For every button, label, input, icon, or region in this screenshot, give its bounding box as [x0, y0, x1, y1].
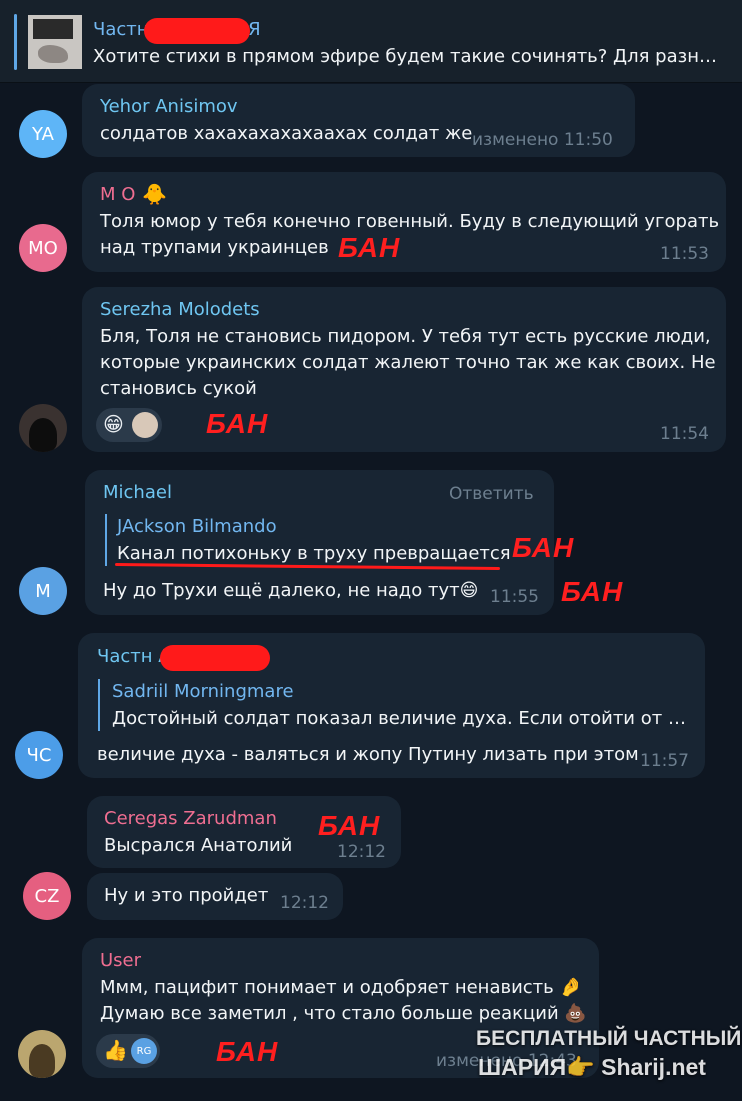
duck-emoji-icon: 🐥 [142, 182, 167, 206]
message-text: Бля, Толя не становись пидором. У тебя т… [100, 326, 716, 399]
underline-mark [114, 562, 501, 571]
avatar-initials: MO [28, 237, 58, 259]
avatar[interactable]: CZ [23, 872, 71, 920]
ban-overlay: БАН [318, 810, 381, 841]
avatar[interactable]: ЧС [15, 731, 63, 779]
message-time: 12:12 [337, 842, 386, 862]
sender-name[interactable]: М О [100, 184, 135, 205]
ban-overlay: БАН [512, 532, 575, 563]
message-time: изменено 11:50 [472, 130, 613, 150]
message-bubble[interactable]: Michael Ответить JAckson Bilmando Канал … [85, 470, 554, 615]
redaction-mark [144, 18, 250, 44]
message-bubble[interactable]: Serezha Molodets Бля, Толя не становись … [82, 287, 726, 452]
message-time: 12:12 [280, 893, 329, 913]
reply-quote-bar [98, 679, 100, 731]
watermark-line2: ШАРИЯ👉 Sharij.net [478, 1054, 706, 1080]
watermark-line1: БЕСПЛАТНЫЙ ЧАСТНЫЙ [476, 1027, 742, 1050]
sender-name[interactable]: Michael [103, 482, 172, 503]
avatar-initials: M [35, 580, 51, 602]
pinned-thumbnail [28, 15, 82, 69]
message-time: 11:55 [490, 587, 539, 607]
ban-overlay: БАН [338, 232, 401, 263]
reply-action-link[interactable]: Ответить [449, 484, 534, 504]
redaction-mark [160, 645, 270, 671]
message-text: Ну до Трухи ещё далеко, не надо тут😄 [103, 580, 479, 601]
ban-overlay: БАН [561, 576, 624, 607]
thumbs-up-emoji-icon: 👍 [103, 1038, 128, 1062]
reply-quote-bar [105, 514, 107, 566]
avatar[interactable] [19, 404, 67, 452]
reaction-chip[interactable]: 😁 [96, 408, 162, 442]
grinning-emoji-icon: 😁 [103, 412, 124, 436]
reactor-avatar [132, 412, 158, 438]
message-bubble[interactable]: Yehor Anisimov солдатов хахахахахахаахах… [82, 84, 635, 157]
message-bubble[interactable]: М О 🐥 Толя юмор у тебя конечно говенный.… [82, 172, 726, 272]
reactor-avatar: RG [131, 1038, 157, 1064]
message-text: Ну и это пройдет [104, 885, 269, 906]
message-time: 11:54 [660, 424, 709, 444]
avatar-initials: ЧС [26, 744, 52, 766]
avatar-initials: YA [32, 123, 54, 145]
message-time: 11:57 [640, 751, 689, 771]
sender-name[interactable]: User [100, 950, 141, 971]
sender-name[interactable]: Serezha Molodets [100, 299, 260, 320]
reply-text: Канал потихоньку в труху превращается [117, 543, 511, 564]
avatar-photo [29, 1044, 55, 1078]
avatar-initials: CZ [34, 885, 60, 907]
pinned-accent-bar [14, 14, 17, 70]
reply-author[interactable]: JAckson Bilmando [117, 516, 277, 537]
avatar[interactable]: YA [19, 110, 67, 158]
message-bubble[interactable]: Частн АРИЯ Chat Sadriil Morningmare Дост… [78, 633, 705, 778]
ban-overlay: БАН [206, 408, 269, 439]
sender-name[interactable]: Ceregas Zarudman [104, 808, 277, 829]
avatar[interactable]: M [19, 567, 67, 615]
ban-overlay: БАН [216, 1036, 279, 1067]
avatar-photo [29, 418, 57, 452]
pinned-text: Хотите стихи в прямом эфире будем такие … [93, 46, 728, 67]
message-text: Высрался Анатолий [104, 835, 293, 856]
sender-name[interactable]: Yehor Anisimov [100, 96, 238, 117]
pinned-message-bar[interactable]: Частн АРИЯ Хотите стихи в прямом эфире б… [0, 0, 742, 83]
reply-text: Достойный солдат показал величие духа. Е… [112, 708, 688, 729]
message-bubble[interactable]: Ну и это пройдет 12:12 [87, 873, 343, 920]
message-text: Толя юмор у тебя конечно говенный. Буду … [100, 211, 720, 258]
message-text: солдатов хахахахахахаахах солдат же [100, 123, 473, 144]
avatar[interactable]: MO [19, 224, 67, 272]
message-text: Ммм, пацифит понимает и одобряет ненавис… [100, 977, 587, 1024]
reaction-chip[interactable]: 👍 RG [96, 1034, 160, 1068]
message-text: величие духа - валяться и жопу Путину ли… [97, 744, 639, 765]
reply-author[interactable]: Sadriil Morningmare [112, 681, 294, 702]
avatar[interactable] [18, 1030, 66, 1078]
message-time: 11:53 [660, 244, 709, 264]
